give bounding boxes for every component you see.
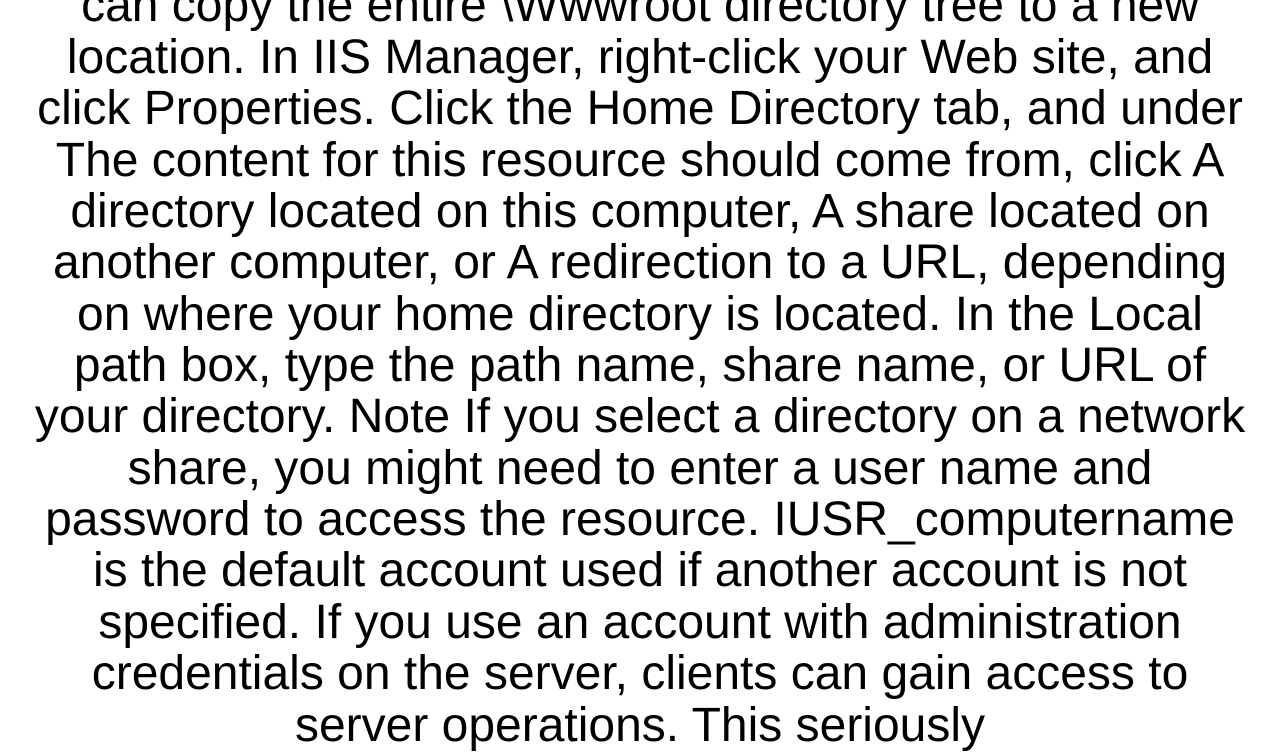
body-text: directory to the name of your choice. Al… [30, 0, 1250, 751]
document-container: directory to the name of your choice. Al… [0, 0, 1280, 751]
